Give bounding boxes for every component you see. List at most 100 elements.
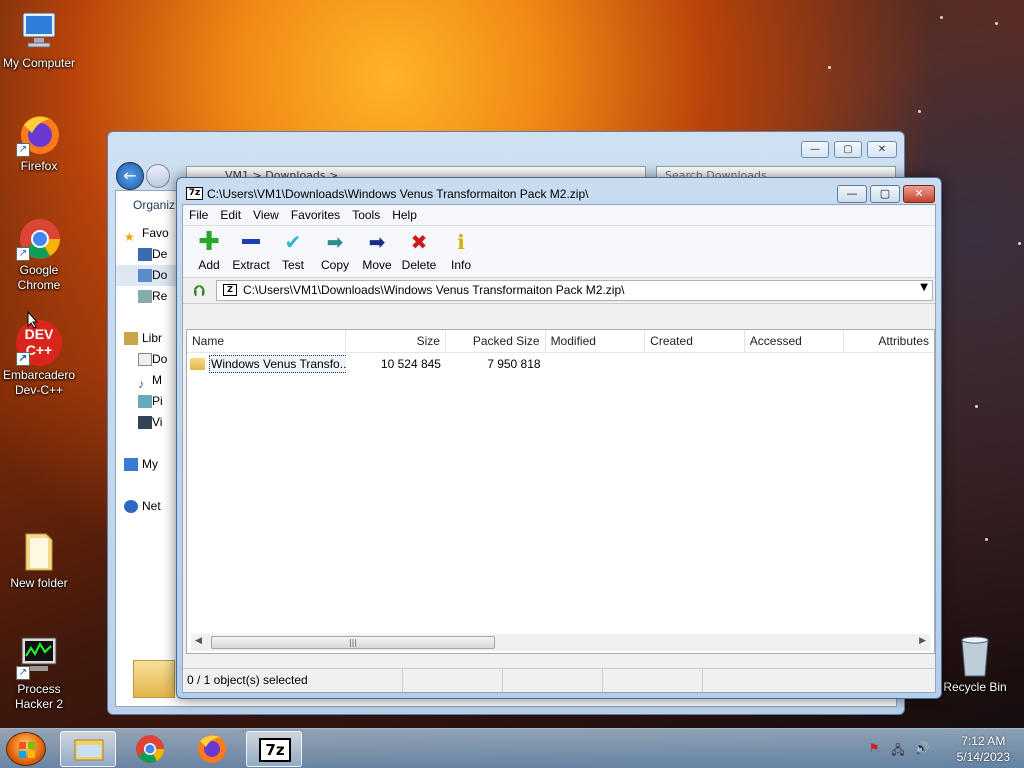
minimize-button[interactable]: —	[837, 185, 867, 203]
computer-icon	[124, 458, 138, 471]
nav-item[interactable]: ★ Favo	[116, 223, 184, 244]
volume-icon[interactable]: 🔊	[914, 741, 930, 757]
menu-favorites[interactable]: Favorites	[285, 205, 346, 225]
nav-item[interactable]: Pi	[116, 391, 184, 412]
desktop-icon-label: New folder	[10, 576, 68, 590]
close-button[interactable]: ✕	[867, 141, 897, 158]
desktop-icon-devcpp[interactable]: DEV C++ ↗ Embarcadero Dev-C++	[0, 320, 78, 398]
nav-item[interactable]: Re	[116, 286, 184, 307]
explorer-folder-icon	[74, 739, 104, 761]
nav-item[interactable]: My	[116, 454, 184, 475]
delete-button[interactable]: ✖ Delete	[398, 226, 440, 277]
library-icon	[124, 332, 138, 345]
scroll-left-icon[interactable]: ◀	[195, 636, 202, 646]
shortcut-arrow-icon: ↗	[16, 666, 30, 680]
menu-view[interactable]: View	[247, 205, 285, 225]
folder-icon	[133, 660, 175, 698]
close-button[interactable]: ✕	[903, 185, 935, 203]
back-button[interactable]: ←	[116, 162, 144, 190]
menu-file[interactable]: File	[183, 205, 214, 225]
nav-item[interactable]: Net	[116, 496, 184, 517]
start-button[interactable]	[6, 732, 46, 766]
chrome-icon	[136, 735, 164, 763]
forward-button[interactable]	[146, 164, 170, 188]
desktop-icon-recycle-bin[interactable]: Recycle Bin	[936, 632, 1014, 695]
address-field[interactable]: Z C:\Users\VM1\Downloads\Windows Venus T…	[216, 280, 933, 301]
column-name[interactable]: Name	[187, 330, 347, 352]
minus-icon	[230, 231, 272, 253]
folder-icon	[190, 358, 205, 370]
nav-item[interactable]: Libr	[116, 328, 184, 349]
column-modified[interactable]: Modified	[546, 330, 646, 352]
desktop-icon-label: Firefox	[20, 159, 58, 173]
nav-item[interactable]: Do	[116, 349, 184, 370]
desktop-icon	[138, 248, 152, 261]
info-icon: ℹ	[457, 230, 465, 254]
status-bar: 0 / 1 object(s) selected	[183, 668, 935, 692]
address-text: C:\Users\VM1\Downloads\Windows Venus Tra…	[243, 283, 625, 297]
folder-icon	[16, 528, 62, 574]
scrollbar-thumb[interactable]: |||	[211, 636, 495, 649]
organize-menu[interactable]: Organiz	[115, 190, 185, 220]
videos-icon	[138, 416, 152, 429]
computer-icon	[16, 8, 62, 54]
nav-item[interactable]: Vi	[116, 412, 184, 433]
table-row[interactable]: Windows Venus Transfo... 10 524 845 7 95…	[187, 353, 934, 375]
network-icon	[124, 500, 138, 513]
desktop-icon-my-computer[interactable]: My Computer	[0, 8, 78, 71]
cell-created	[645, 353, 745, 375]
taskbar-chrome[interactable]	[122, 731, 178, 767]
7zip-icon: 7z	[259, 738, 291, 762]
test-button[interactable]: ✔ Test	[272, 226, 314, 277]
network-icon[interactable]: 🖧	[890, 741, 906, 757]
chevron-down-icon[interactable]: ▼	[920, 282, 928, 293]
menu-help[interactable]: Help	[386, 205, 423, 225]
star	[828, 66, 831, 69]
up-folder-button[interactable]: ⮉	[189, 282, 209, 300]
minimize-button[interactable]: —	[801, 141, 829, 158]
extract-button[interactable]: Extract	[230, 226, 272, 277]
mouse-cursor-icon	[27, 311, 39, 329]
star	[975, 405, 978, 408]
cell-name: Windows Venus Transfo...	[187, 353, 347, 375]
action-center-flag-icon[interactable]: ⚑	[866, 741, 882, 757]
column-accessed[interactable]: Accessed	[745, 330, 845, 352]
horizontal-scrollbar[interactable]: ◀ ||| ▶	[191, 634, 930, 651]
desktop-icon-label: Google Chrome	[17, 263, 61, 292]
column-size[interactable]: Size	[346, 330, 446, 352]
column-created[interactable]: Created	[645, 330, 745, 352]
add-button[interactable]: ✚ Add	[188, 226, 230, 277]
column-packed-size[interactable]: Packed Size	[446, 330, 546, 352]
recent-icon	[138, 290, 152, 303]
desktop-icon-new-folder[interactable]: New folder	[0, 528, 78, 591]
menu-tools[interactable]: Tools	[346, 205, 386, 225]
scroll-right-icon[interactable]: ▶	[919, 636, 926, 646]
maximize-button[interactable]: ▢	[834, 141, 862, 158]
info-button[interactable]: ℹ Info	[440, 226, 482, 277]
copy-button[interactable]: ➡ Copy	[314, 226, 356, 277]
7zip-archive-icon: Z	[223, 284, 237, 296]
desktop-icon-process-hacker[interactable]: ↗ Process Hacker 2	[0, 634, 78, 712]
column-attributes[interactable]: Attributes	[844, 330, 934, 352]
taskbar-firefox[interactable]	[184, 731, 240, 767]
taskbar-7zip[interactable]: 7z	[246, 731, 302, 767]
nav-item[interactable]: ♪ M	[116, 370, 184, 391]
status-cell	[503, 669, 603, 692]
system-clock[interactable]: 7:12 AM 5/14/2023	[957, 733, 1010, 765]
cell-size: 10 524 845	[380, 357, 441, 371]
cell-accessed	[745, 353, 845, 375]
file-list[interactable]: Name Size Packed Size Modified Created A…	[186, 329, 935, 654]
7zip-window[interactable]: 7z C:\Users\VM1\Downloads\Windows Venus …	[176, 177, 942, 699]
desktop-icon-firefox[interactable]: ↗ Firefox	[0, 111, 78, 174]
star	[985, 538, 988, 541]
nav-item[interactable]: De	[116, 244, 184, 265]
7zip-body: File Edit View Favorites Tools Help ✚ Ad…	[182, 204, 936, 693]
menu-edit[interactable]: Edit	[214, 205, 247, 225]
nav-item-downloads[interactable]: Do	[116, 265, 184, 286]
taskbar-explorer[interactable]	[60, 731, 116, 767]
maximize-button[interactable]: ▢	[870, 185, 900, 203]
desktop-icon-chrome[interactable]: ↗ Google Chrome	[0, 215, 78, 293]
address-bar: ⮉ Z C:\Users\VM1\Downloads\Windows Venus…	[183, 278, 935, 304]
firefox-icon: ↗	[16, 111, 62, 157]
move-button[interactable]: ➡ Move	[356, 226, 398, 277]
